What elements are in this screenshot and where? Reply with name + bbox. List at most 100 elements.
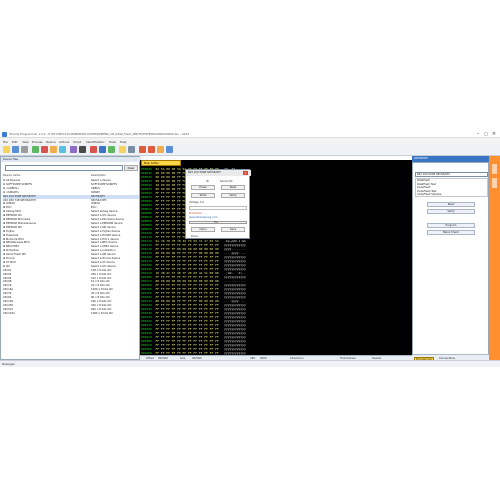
dock-tab-icon[interactable] — [492, 164, 497, 174]
info-icon[interactable] — [166, 146, 173, 153]
tree-row-name: 24C16 — [3, 284, 12, 288]
erase-chip-icon[interactable] — [41, 146, 48, 153]
tree-row-description: Select a device — [91, 179, 111, 182]
dock-tab-icon[interactable] — [492, 178, 497, 188]
tree-row-description: Select a NEC device — [91, 241, 117, 245]
menu-help[interactable]: Help — [120, 140, 126, 144]
tree-row-name: ⊞ EEPROM Miscellaneous — [3, 221, 36, 225]
message-bar: Messages — [0, 360, 500, 367]
menu-actions[interactable]: Actions — [59, 140, 69, 144]
list-item[interactable]: CodeFlash Shadow — [416, 193, 487, 197]
dialog-title: 803 100 5698 SPC56XPH — [186, 170, 251, 176]
panel-blank-check-button[interactable]: Blank Check — [427, 230, 475, 235]
panel-program-button[interactable]: Program — [427, 223, 475, 228]
device-combo[interactable]: 803 100 5698 SPC56XPH — [415, 172, 488, 177]
connect-icon[interactable] — [108, 146, 115, 153]
blank-check-icon[interactable] — [70, 146, 77, 153]
right-panel-header: SPC56XPH — [414, 157, 428, 160]
tree-row-name: ⊞ Serial Flash SPI — [3, 253, 26, 257]
memory-type-list[interactable]: DataFlash DataFlash Test CodeFlash CodeF… — [415, 178, 488, 197]
voltage-value: 5.0 — [200, 201, 205, 204]
voltage-field[interactable] — [189, 206, 247, 210]
write-button[interactable]: Write — [191, 193, 215, 198]
tree-row-description: 16K x 8 bits I2C — [91, 299, 112, 303]
column-description[interactable]: Description — [91, 174, 106, 177]
tree-row-name: 24C32 — [3, 292, 12, 296]
maximize-button[interactable]: □ — [482, 131, 490, 137]
dialog-status-done: Done — [191, 235, 198, 238]
tree-row-name: ⊞ Airbag MCU — [3, 210, 22, 214]
tree-row-name: ⊟ <ARBUS> — [3, 186, 20, 190]
tree-row-description: Select a Tricore device — [91, 257, 121, 260]
read-button[interactable]: Read — [221, 185, 245, 190]
dialog-serial-label: Serial:0/0 — [220, 180, 233, 183]
close-button[interactable]: × — [490, 131, 498, 137]
tree-row-description: 512 x 8 bits I2C — [91, 276, 112, 280]
device-search-field[interactable] — [5, 165, 123, 171]
panel-read-button[interactable]: Read — [427, 202, 475, 207]
menu-identification[interactable]: Identification — [86, 140, 104, 144]
verify-button[interactable]: Verify — [221, 193, 245, 198]
tree-row-description: 64K x 8 bits I2C — [91, 307, 112, 311]
column-device-name[interactable]: Device name — [3, 174, 20, 177]
tree-row-name: ⊞ EEPROM I2C — [3, 214, 22, 218]
status-website: www.xtremeprog.com — [189, 216, 218, 219]
search-icon[interactable] — [128, 146, 135, 153]
hex-icon[interactable] — [148, 146, 155, 153]
tree-row-description: 256 x 8 bits I2C — [91, 272, 112, 276]
tree-row-description: SPC56XPH — [91, 194, 105, 198]
settings-icon[interactable] — [79, 146, 86, 153]
device-tree-panel: Device Tree Clear Device name Descriptio… — [0, 156, 141, 360]
write-chip-icon[interactable] — [50, 146, 57, 153]
minimize-button[interactable]: – — [474, 131, 482, 137]
clear-search-button[interactable]: Clear — [124, 165, 138, 171]
tree-row-name: 24C256 — [3, 303, 14, 307]
tab-main-buffer[interactable]: Main buffer — [141, 160, 181, 166]
open-button[interactable]: Open — [191, 227, 215, 232]
tree-row-description: 128K x 8 bits I2C — [91, 311, 114, 315]
device-search-input[interactable] — [6, 166, 122, 170]
calculator-icon[interactable] — [139, 146, 146, 153]
open-file-icon[interactable] — [3, 146, 10, 153]
menu-process[interactable]: Process — [32, 140, 43, 144]
tree-row-description: 128 x 8 bits I2C — [91, 268, 112, 272]
tree-row-description: SOFTDUMP SCRIPTS — [91, 182, 118, 186]
tree-row[interactable]: 24C1024 128K x 8 bits I2C — [3, 312, 139, 316]
tree-row-description: Select a ST device — [91, 260, 115, 264]
voltage-label: Voltage — [189, 201, 199, 204]
tree-row-description: Select a HC11 device — [91, 237, 119, 241]
menu-tools[interactable]: Tools — [109, 140, 116, 144]
save-file-icon[interactable] — [12, 146, 19, 153]
menu-script[interactable]: Script — [73, 140, 81, 144]
tree-row-name: ⊞ Protection — [3, 249, 20, 253]
dialog-close-icon[interactable]: × — [243, 171, 248, 175]
tree-row-description: 4K x 8 bits I2C — [91, 292, 110, 296]
stop-icon[interactable] — [90, 146, 97, 153]
menu-device[interactable]: Device — [46, 140, 56, 144]
print-icon[interactable] — [21, 146, 28, 153]
erase-button[interactable]: Erase — [191, 185, 215, 190]
script-icon[interactable] — [119, 146, 126, 153]
side-dock-strip — [489, 156, 500, 360]
tree-row-name: 24C01 — [3, 268, 12, 272]
device-icon[interactable] — [99, 146, 106, 153]
title-bar: Xtreme Programmer 1.0.2 - E:\ECU\EDC17C4… — [0, 130, 500, 138]
messages-label[interactable]: Messages — [2, 363, 15, 366]
panel-verify-button[interactable]: Verify — [427, 209, 475, 214]
tree-row-name: 803 100 5698 SPC56XPH — [3, 194, 36, 198]
hex-editor[interactable]: 000000 5A 5A 00 00 5A 5A 00 00 FF FF FF … — [140, 160, 412, 355]
read-chip-icon[interactable] — [32, 146, 39, 153]
menu-file[interactable]: File — [3, 140, 8, 144]
progress-label: 0% — [214, 221, 219, 224]
tree-row-description: Select a I2C device — [91, 264, 116, 268]
tree-row-name: ⊞ NEC/Renesas MCU — [3, 241, 30, 245]
tree-row-name: ⊞ ST MCU — [3, 260, 17, 264]
menu-edit[interactable]: Edit — [12, 140, 17, 144]
menu-view[interactable]: View — [22, 140, 29, 144]
status-protection: Protection — [189, 212, 203, 215]
verify-chip-icon[interactable] — [59, 146, 66, 153]
save-button[interactable]: Save — [221, 227, 245, 232]
tree-row-name: ⊞ EEPROM Microwire — [3, 218, 31, 221]
tree-row-description: Select a SPI device — [91, 225, 116, 229]
bookmark-icon[interactable] — [157, 146, 164, 153]
